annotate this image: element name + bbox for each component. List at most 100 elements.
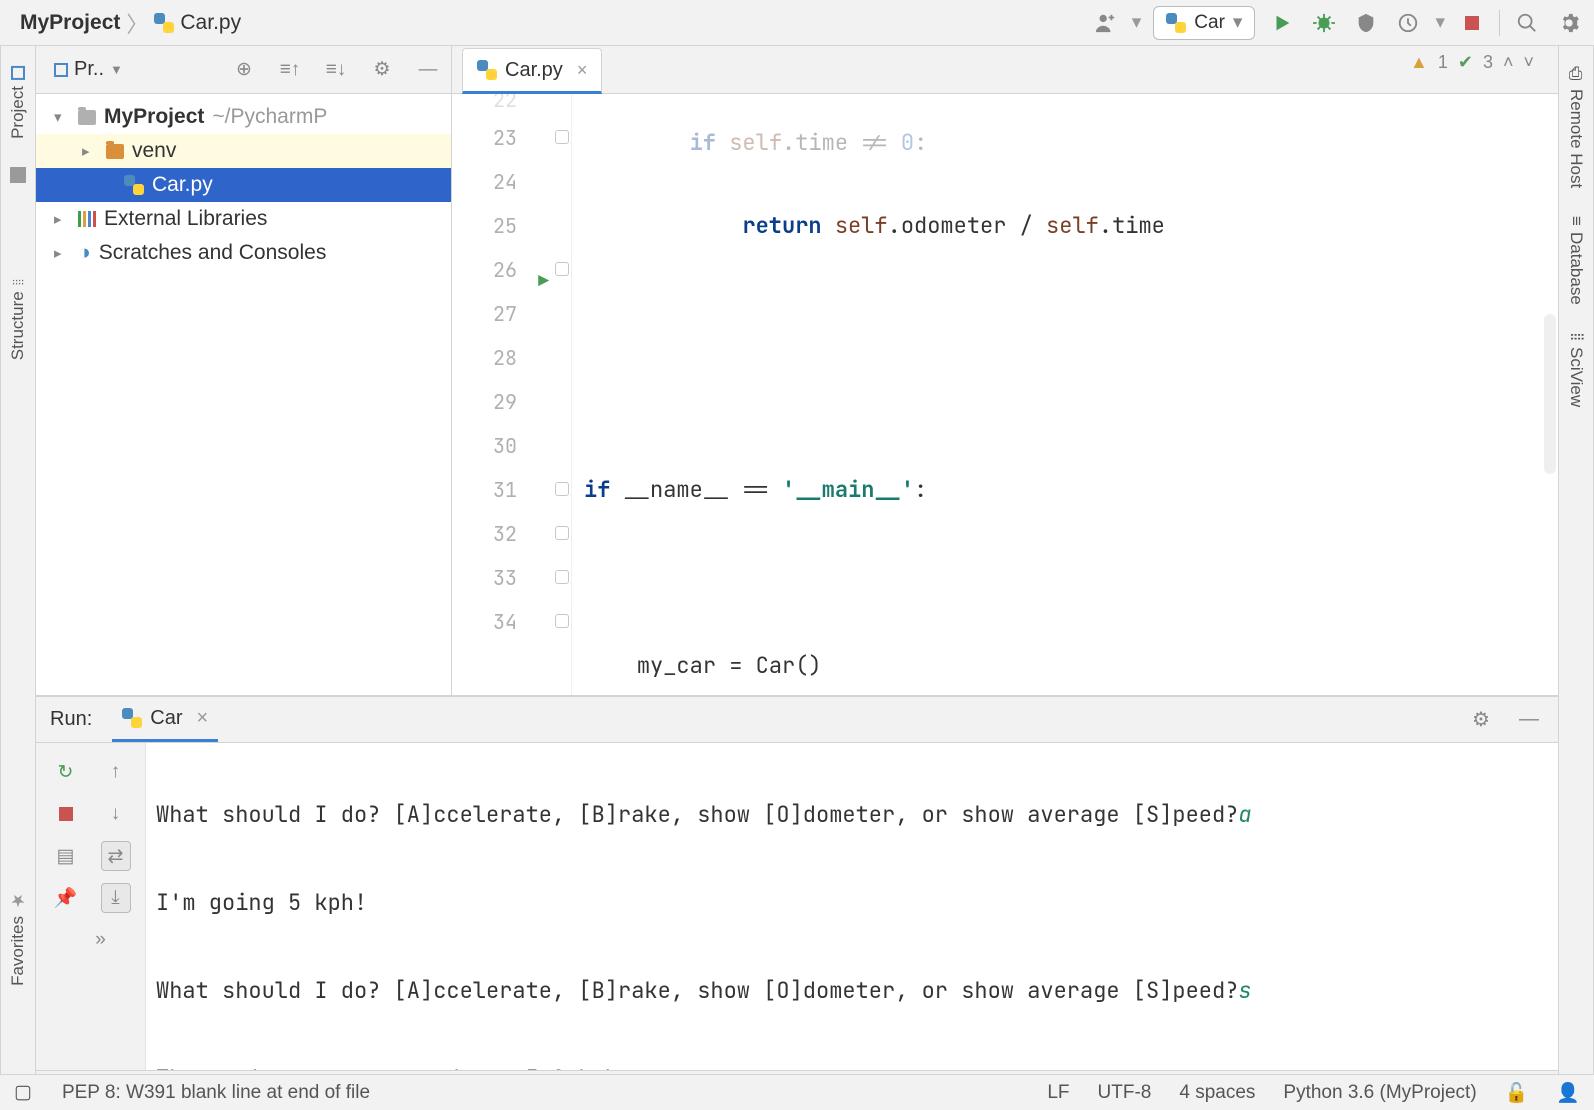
chevron-right-icon[interactable]: ▸ bbox=[54, 210, 70, 228]
tree-file-car[interactable]: Car.py bbox=[36, 168, 451, 202]
close-run-tab-icon[interactable]: × bbox=[196, 707, 208, 730]
prev-annotation-icon[interactable]: ˄ bbox=[1503, 52, 1514, 73]
python-file-icon bbox=[154, 13, 174, 33]
strip-project-indicator bbox=[10, 167, 26, 183]
coverage-button[interactable] bbox=[1351, 8, 1381, 38]
tree-venv-label: venv bbox=[132, 139, 176, 163]
strip-remote[interactable]: ⎙Remote Host bbox=[1566, 66, 1586, 188]
project-header: Pr.. ▼ ⊕ ≡↑ ≡↓ ⚙ — bbox=[36, 46, 451, 94]
strip-sciview[interactable]: ⦙⦙SciView bbox=[1566, 333, 1586, 407]
editor-annotations[interactable]: ▲ 1 ✔ 3 ˄ ˅ bbox=[1410, 52, 1534, 73]
tree-scratch-label: Scratches and Consoles bbox=[99, 241, 327, 265]
breadcrumb[interactable]: MyProject 〉 Car.py bbox=[20, 7, 241, 39]
close-tab-icon[interactable]: × bbox=[577, 60, 588, 81]
strip-favorites[interactable]: Favorites ★ bbox=[8, 890, 28, 986]
project-header-label[interactable]: Pr.. ▼ bbox=[54, 58, 123, 81]
navbar-right: ▾ Car ▾ ▾ bbox=[1090, 6, 1584, 40]
add-user-button[interactable] bbox=[1090, 8, 1120, 38]
tree-scratch[interactable]: ▸ ◑ Scratches and Consoles bbox=[36, 236, 451, 270]
editor-tabbar: Car.py × bbox=[452, 46, 1558, 94]
tool-settings-icon[interactable]: ⚙ bbox=[367, 55, 397, 85]
folder-icon bbox=[106, 144, 124, 159]
status-bar: ▢ PEP 8: W391 blank line at end of file … bbox=[0, 1074, 1594, 1110]
tree-extlib[interactable]: ▸ External Libraries bbox=[36, 202, 451, 236]
tab-label: Car.py bbox=[505, 59, 563, 82]
soft-wrap-icon[interactable]: ⇄ bbox=[101, 841, 131, 871]
console[interactable]: What should I do? [A]ccelerate, [B]rake,… bbox=[146, 743, 1558, 1070]
debug-button[interactable] bbox=[1309, 8, 1339, 38]
run-settings-icon[interactable]: ⚙ bbox=[1466, 705, 1496, 735]
run-config-select[interactable]: Car ▾ bbox=[1153, 6, 1255, 40]
editor-scrollbar[interactable] bbox=[1544, 314, 1556, 474]
tree-venv[interactable]: ▸ venv bbox=[36, 134, 451, 168]
settings-button[interactable] bbox=[1554, 8, 1584, 38]
status-encoding[interactable]: UTF-8 bbox=[1098, 1082, 1152, 1104]
chevron-right-icon[interactable]: ▸ bbox=[54, 244, 70, 262]
run-config-label: Car bbox=[1194, 12, 1225, 34]
run-tool-window: Run: Car × ⚙ — ↻ ↑ ↓ bbox=[36, 696, 1558, 1110]
stop-button[interactable] bbox=[1457, 8, 1487, 38]
navbar: MyProject 〉 Car.py ▾ Car ▾ ▾ bbox=[0, 0, 1594, 46]
chevron-right-icon[interactable]: ▸ bbox=[82, 142, 98, 160]
tree-extlib-label: External Libraries bbox=[104, 207, 267, 231]
breadcrumb-sep: 〉 bbox=[126, 7, 148, 39]
run-tab[interactable]: Car × bbox=[112, 698, 218, 742]
breadcrumb-project[interactable]: MyProject bbox=[20, 11, 120, 35]
tree-root-name: MyProject bbox=[104, 105, 204, 129]
run-gutter: ↻ ↑ ↓ ▤ ⇄ 📌 ⤓ » bbox=[36, 743, 146, 1070]
pin-icon[interactable]: 📌 bbox=[51, 883, 81, 913]
search-button[interactable] bbox=[1512, 8, 1542, 38]
left-tool-strip: Project Structure ⦙⦙ Favorites ★ bbox=[0, 46, 36, 1074]
status-sdk[interactable]: Python 3.6 (MyProject) bbox=[1283, 1082, 1476, 1104]
right-tool-strip: ⎙Remote Host ≡Database ⦙⦙SciView bbox=[1558, 46, 1594, 1074]
up-icon[interactable]: ↑ bbox=[101, 757, 131, 787]
run-label: Run: bbox=[50, 708, 92, 731]
gutter[interactable]: 22 23 24 25 26▶ 27 28 29 30 31 32 33 34 bbox=[452, 94, 572, 695]
status-indent[interactable]: 4 spaces bbox=[1179, 1082, 1255, 1104]
chevron-down-icon[interactable]: ▾ bbox=[54, 108, 70, 126]
stop-run-icon[interactable] bbox=[51, 799, 81, 829]
collapse-all-icon[interactable]: ≡↓ bbox=[321, 55, 351, 85]
run-header: Run: Car × ⚙ — bbox=[36, 697, 1558, 743]
expand-all-icon[interactable]: ≡↑ bbox=[275, 55, 305, 85]
lock-icon[interactable]: 🔓 bbox=[1505, 1081, 1529, 1105]
strip-structure[interactable]: Structure ⦙⦙ bbox=[8, 279, 28, 360]
run-button[interactable] bbox=[1267, 8, 1297, 38]
layout-icon[interactable]: ▤ bbox=[51, 841, 81, 871]
down-icon[interactable]: ↓ bbox=[101, 799, 131, 829]
project-panel: Pr.. ▼ ⊕ ≡↑ ≡↓ ⚙ — ▾ MyProject ~/Pycharm… bbox=[36, 46, 452, 695]
warning-count: 1 bbox=[1438, 52, 1448, 73]
library-icon bbox=[78, 211, 96, 227]
run-gutter-icon[interactable]: ▶ bbox=[538, 260, 549, 304]
status-lf[interactable]: LF bbox=[1047, 1082, 1069, 1104]
project-tree: ▾ MyProject ~/PycharmP ▸ venv Car.py ▸ bbox=[36, 94, 451, 276]
upper-split: Pr.. ▼ ⊕ ≡↑ ≡↓ ⚙ — ▾ MyProject ~/Pycharm… bbox=[36, 46, 1558, 696]
locate-icon[interactable]: ⊕ bbox=[229, 55, 259, 85]
next-annotation-icon[interactable]: ˅ bbox=[1523, 52, 1534, 73]
python-icon bbox=[122, 708, 142, 728]
tree-root-path: ~/PycharmP bbox=[212, 105, 327, 129]
strip-project[interactable]: Project bbox=[8, 66, 28, 139]
editor-tab-car[interactable]: Car.py × bbox=[462, 48, 602, 94]
tree-file-label: Car.py bbox=[152, 173, 213, 197]
warning-icon: ▲ bbox=[1410, 52, 1428, 73]
strip-database[interactable]: ≡Database bbox=[1566, 216, 1586, 305]
hide-panel-icon[interactable]: — bbox=[413, 55, 443, 85]
python-icon bbox=[1166, 13, 1186, 33]
hide-run-icon[interactable]: — bbox=[1514, 705, 1544, 735]
breadcrumb-file[interactable]: Car.py bbox=[180, 11, 241, 35]
scroll-end-icon[interactable]: ⤓ bbox=[101, 883, 131, 913]
folder-icon bbox=[78, 110, 96, 125]
rerun-icon[interactable]: ↻ bbox=[51, 757, 81, 787]
code[interactable]: if self.time != 0: return self.odometer … bbox=[572, 94, 1558, 695]
status-indicator-icon[interactable]: ▢ bbox=[14, 1081, 32, 1104]
run-tab-label: Car bbox=[150, 707, 182, 730]
more-icon[interactable]: » bbox=[86, 925, 116, 955]
python-file-icon bbox=[124, 175, 144, 195]
inspector-icon[interactable]: 👤 bbox=[1556, 1081, 1580, 1105]
code-area[interactable]: 22 23 24 25 26▶ 27 28 29 30 31 32 33 34 … bbox=[452, 94, 1558, 695]
tree-root[interactable]: ▾ MyProject ~/PycharmP bbox=[36, 100, 451, 134]
editor: Car.py × ▲ 1 ✔ 3 ˄ ˅ 22 23 24 25 26▶ bbox=[452, 46, 1558, 695]
run-body: ↻ ↑ ↓ ▤ ⇄ 📌 ⤓ » bbox=[36, 743, 1558, 1070]
profile-button[interactable] bbox=[1393, 8, 1423, 38]
